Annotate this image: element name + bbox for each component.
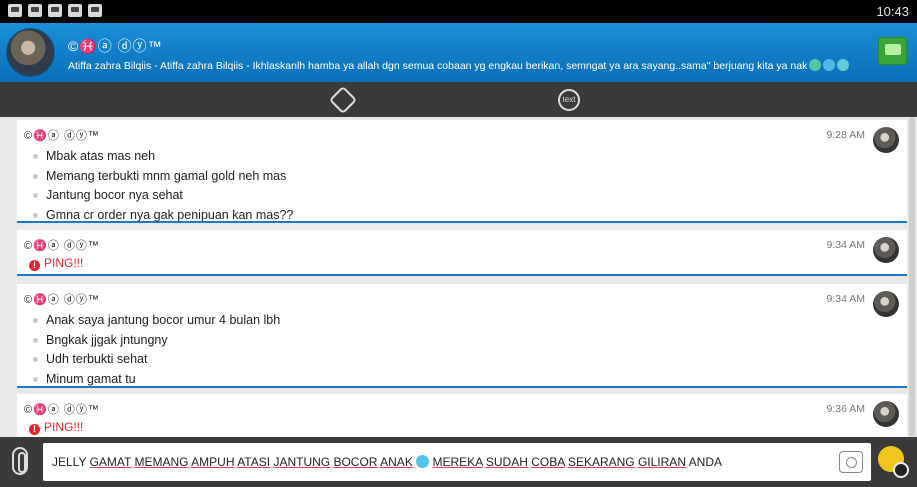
message-line: Memang terbukti mnm gamal gold neh mas: [31, 167, 293, 187]
messenger-icon[interactable]: [28, 4, 42, 17]
smiley-icon: [416, 455, 430, 468]
message-sender: ©♓ⓐ ⓓⓨ™: [24, 294, 100, 306]
message-line: Udh terbukti sehat: [31, 350, 280, 370]
contact-avatar[interactable]: [6, 28, 55, 77]
status-clock: 10:43: [876, 4, 909, 19]
message-bubble: ©♓ⓐ ⓓⓨ™ 9:34 AM ! PING!!!: [17, 230, 907, 276]
emoticon-icon: [823, 59, 836, 71]
message-sender: ©♓ⓐ ⓓⓨ™: [24, 130, 100, 142]
message-bubble: ©♓ⓐ ⓓⓨ™ 9:28 AM Mbak atas mas neh Memang…: [17, 120, 907, 223]
message-sender: ©♓ⓐ ⓓⓨ™: [24, 404, 100, 416]
message-scrollbar[interactable]: [909, 118, 915, 436]
message-bubble: ©♓ⓐ ⓓⓨ™ 9:34 AM Anak saya jantung bocor …: [17, 284, 907, 388]
message-list[interactable]: ©♓ⓐ ⓓⓨ™ 9:28 AM Mbak atas mas neh Memang…: [17, 117, 907, 437]
message-input[interactable]: JELLY GAMAT MEMANG AMPUH ATASI JANTUNG B…: [43, 443, 871, 481]
message-lines: Anak saya jantung bocor umur 4 bulan lbh…: [31, 311, 280, 389]
ping-message: ! PING!!!: [29, 420, 83, 435]
chat-header: ©♓ⓐ ⓓⓨ™ Atiffa zahra Bilqiis - Atiffa za…: [0, 23, 917, 82]
notification-icons: [8, 4, 102, 17]
message-lines: Mbak atas mas neh Memang terbukti mnm ga…: [31, 147, 293, 225]
message-sender: ©♓ⓐ ⓓⓨ™: [24, 240, 100, 252]
chats-list-button[interactable]: [878, 37, 907, 65]
message-line: Minum gamat tu: [31, 370, 280, 390]
message-bubble: ©♓ⓐ ⓓⓨ™ 9:36 AM ! PING!!!: [17, 394, 907, 437]
sender-avatar[interactable]: [873, 127, 899, 153]
message-line: Gmna cr order nya gak penipuan kan mas??: [31, 206, 293, 226]
sender-avatar[interactable]: [873, 237, 899, 263]
contact-name[interactable]: ©♓ⓐ ⓓⓨ™: [68, 36, 163, 56]
emoticon-picker-icon[interactable]: [878, 446, 909, 478]
chat-icon[interactable]: [88, 4, 102, 17]
contact-status-text: Atiffa zahra Bilqiis - Atiffa zahra Bilq…: [68, 60, 808, 72]
message-line: Anak saya jantung bocor umur 4 bulan lbh: [31, 311, 280, 331]
ping-badge-icon[interactable]: [328, 85, 358, 114]
emoticon-icon: [809, 59, 822, 71]
chat-icon[interactable]: [68, 4, 82, 17]
text-format-icon[interactable]: text: [556, 87, 582, 111]
message-time: 9:28 AM: [826, 129, 865, 141]
ping-message: ! PING!!!: [29, 256, 83, 271]
alert-icon: !: [29, 260, 40, 271]
voicemail-icon[interactable]: [48, 4, 62, 17]
message-time: 9:34 AM: [826, 293, 865, 305]
message-line: Mbak atas mas neh: [31, 147, 293, 167]
message-composer: JELLY GAMAT MEMANG AMPUH ATASI JANTUNG B…: [0, 437, 917, 487]
contact-status: Atiffa zahra Bilqiis - Atiffa zahra Bilq…: [68, 59, 850, 72]
bbm-chat-screen: 10:43 ©♓ⓐ ⓓⓨ™ Atiffa zahra Bilqiis - Ati…: [0, 0, 917, 487]
emoticon-icon: [837, 59, 850, 71]
message-input-text: JELLY GAMAT MEMANG AMPUH ATASI JANTUNG B…: [52, 455, 722, 469]
sender-avatar[interactable]: [873, 401, 899, 427]
paperclip-icon[interactable]: [12, 447, 28, 475]
chat-toolbar: text: [0, 82, 917, 117]
message-line: Bngkak jjgak jntungny: [31, 331, 280, 351]
status-bar: 10:43: [0, 0, 917, 23]
sender-avatar[interactable]: [873, 291, 899, 317]
message-line: Jantung bocor nya sehat: [31, 186, 293, 206]
message-time: 9:34 AM: [826, 239, 865, 251]
messenger-icon[interactable]: [8, 4, 22, 17]
alert-icon: !: [29, 424, 40, 435]
message-time: 9:36 AM: [826, 403, 865, 415]
send-icon[interactable]: [839, 451, 863, 473]
